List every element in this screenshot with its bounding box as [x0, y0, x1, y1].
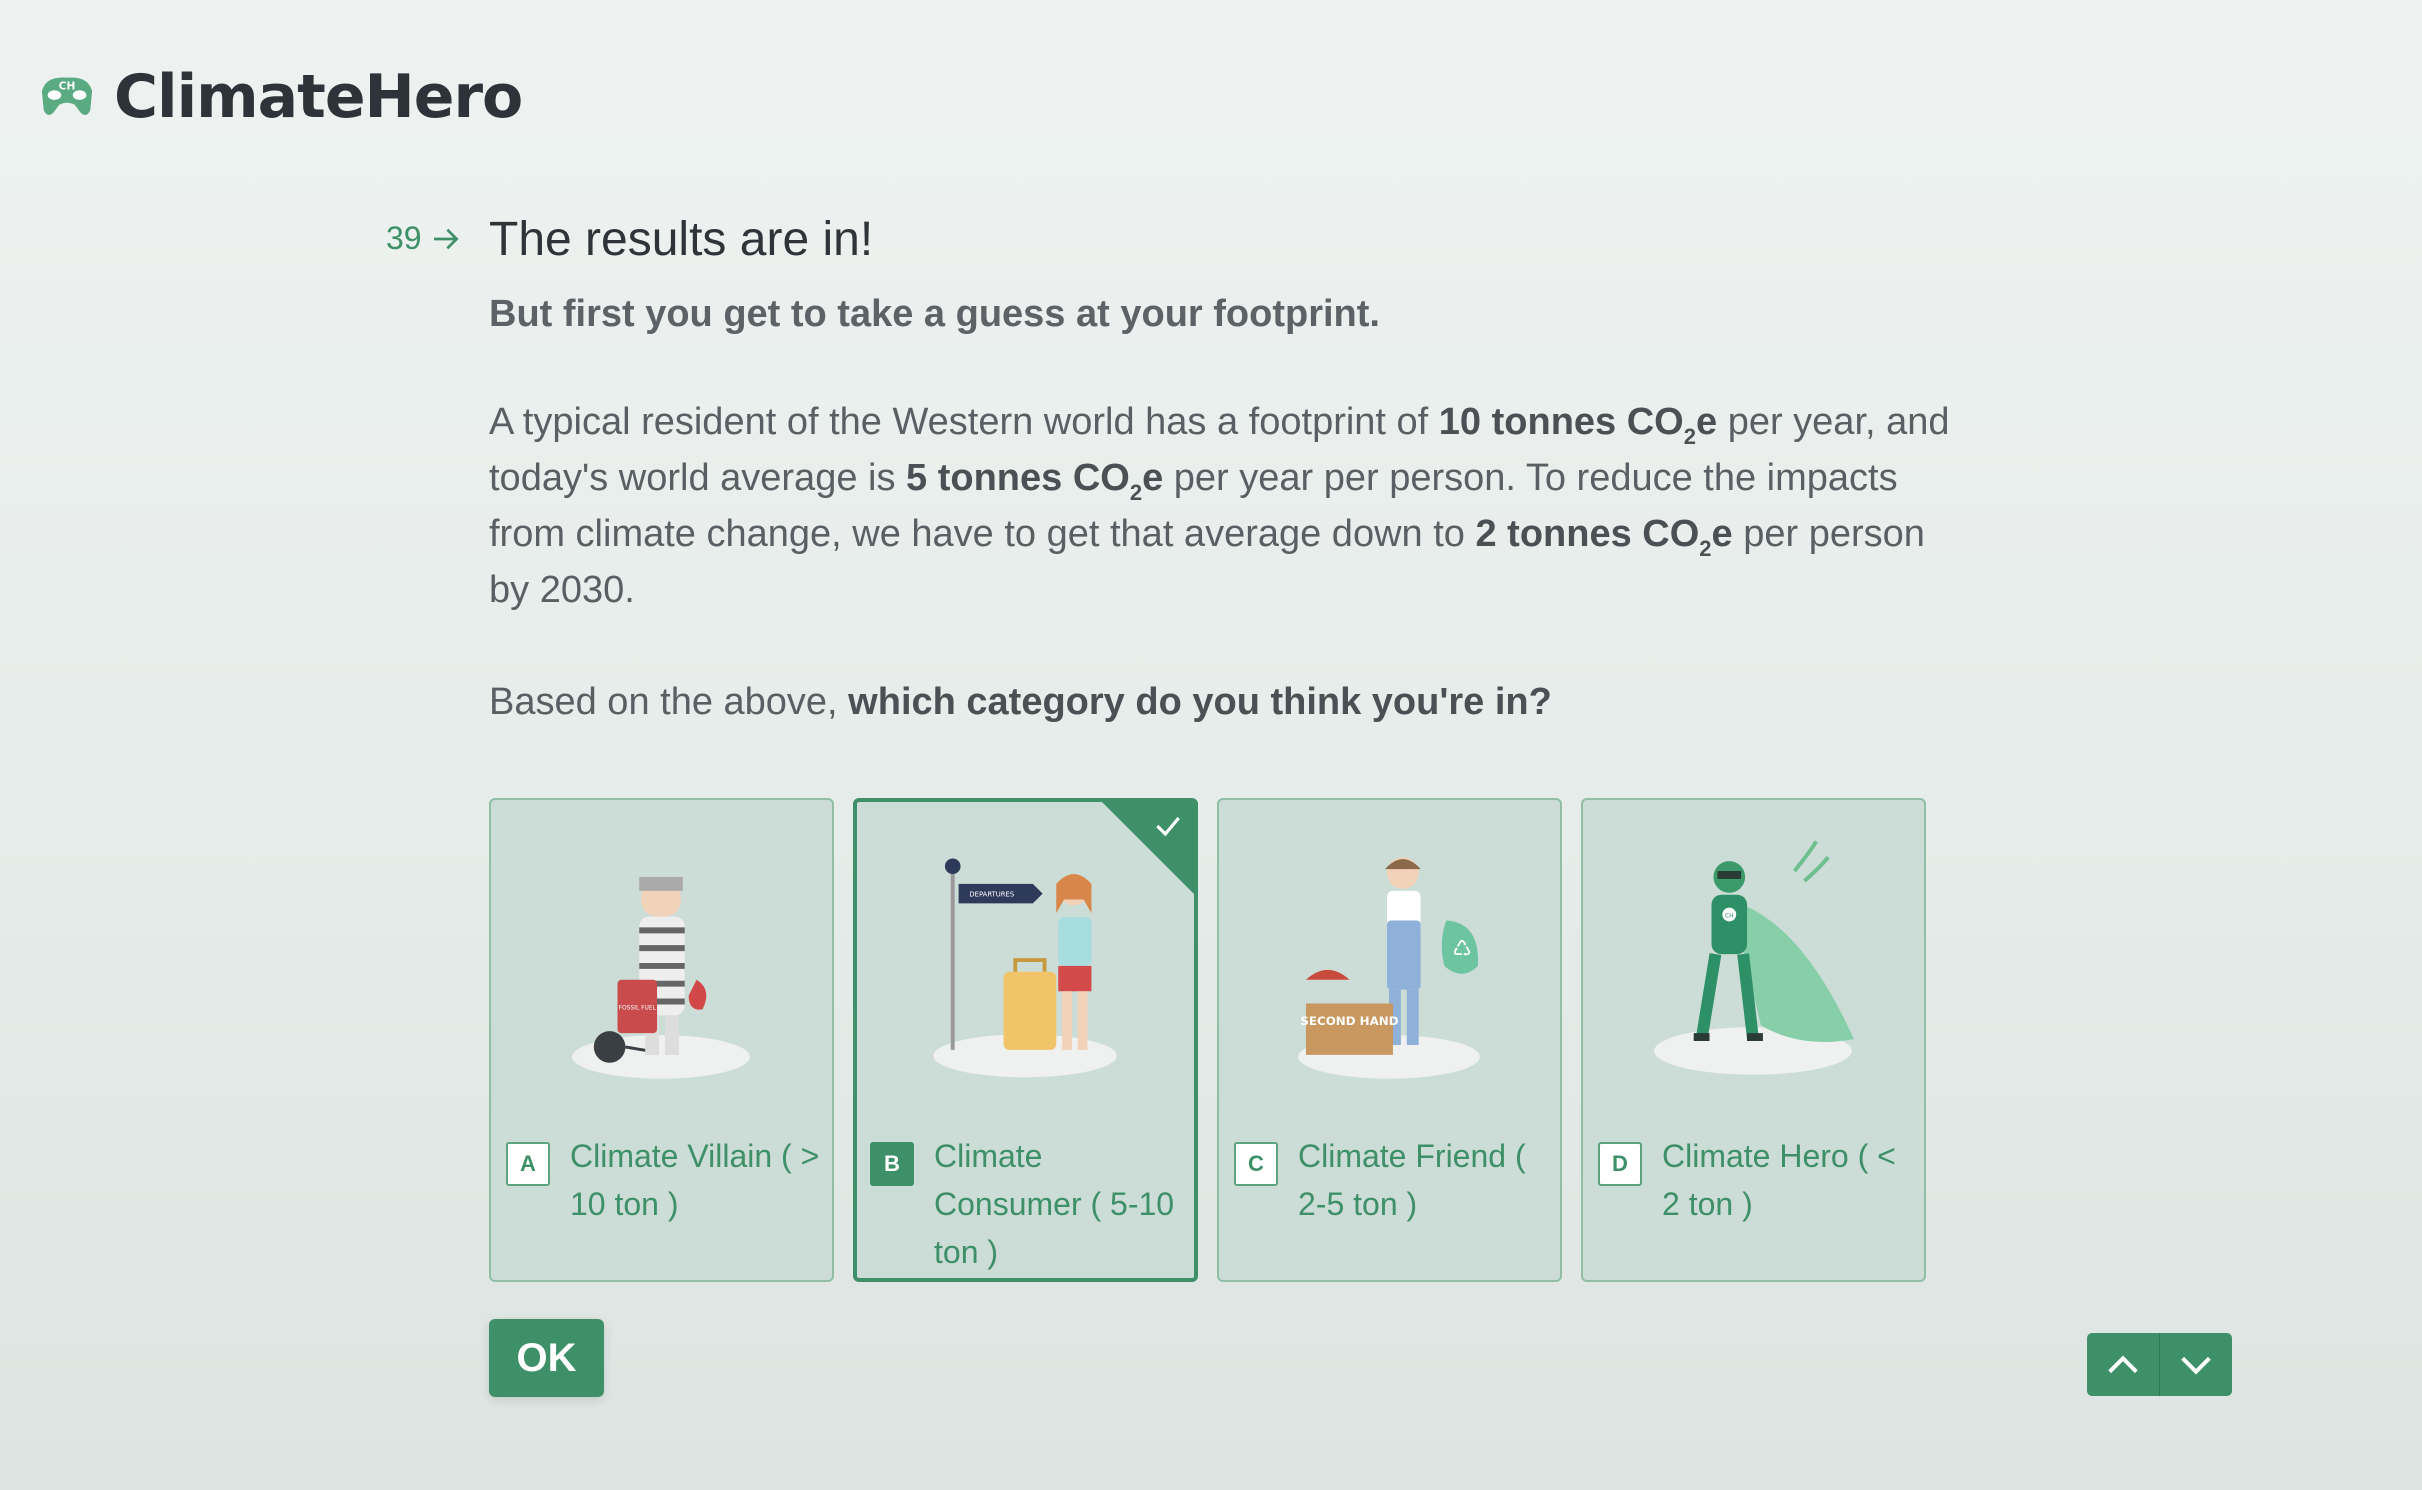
svg-text:CH: CH: [59, 79, 76, 92]
choice-key-c: C: [1234, 1142, 1278, 1186]
climate-friend-illustration: ♺ SECOND HAND: [1298, 857, 1480, 1079]
svg-text:FOSSIL FUEL: FOSSIL FUEL: [619, 1004, 657, 1011]
svg-text:DEPARTURES: DEPARTURES: [969, 891, 1014, 899]
choice-climate-hero[interactable]: CH D Climate Hero ( < 2 ton ): [1581, 798, 1926, 1282]
svg-text:SECOND HAND: SECOND HAND: [1300, 1014, 1398, 1028]
chevron-up-icon: [2108, 1355, 2138, 1373]
choice-key-d: D: [1598, 1142, 1642, 1186]
mask-logo-icon: CH: [41, 77, 93, 115]
question-subtitle: But first you get to take a guess at you…: [489, 293, 1380, 335]
question-title: The results are in!: [489, 213, 874, 266]
choice-climate-friend[interactable]: ♺ SECOND HAND C Climate Friend ( 2-5 ton…: [1217, 798, 1562, 1282]
target-footprint: 2 tonnes CO2e: [1475, 513, 1733, 561]
choice-label: Climate Consumer ( 5-10 ton ): [934, 1138, 1175, 1270]
choice-label: Climate Hero ( < 2 ton ): [1662, 1138, 1896, 1222]
arrow-right-icon: [433, 228, 459, 249]
question-prompt: Based on the above, which category do yo…: [489, 681, 1552, 723]
question-number: 39: [386, 220, 462, 257]
choice-climate-consumer[interactable]: DEPARTURES B Climate Consumer ( 5-10 ton…: [853, 798, 1198, 1282]
question-number-value: 39: [386, 220, 422, 256]
brand-logo[interactable]: CH ClimateHero: [38, 62, 523, 132]
svg-text:♺: ♺: [1452, 937, 1472, 962]
previous-question-button[interactable]: [2087, 1333, 2160, 1396]
svg-text:CH: CH: [1725, 912, 1734, 919]
climate-hero-illustration: CH: [1654, 840, 1854, 1075]
choice-label: Climate Villain ( > 10 ton ): [570, 1138, 820, 1222]
choice-label: Climate Friend ( 2-5 ton ): [1298, 1138, 1526, 1222]
choice-climate-villain[interactable]: FOSSIL FUEL A Climate Villain ( > 10 ton…: [489, 798, 834, 1282]
check-icon: [1156, 816, 1180, 837]
chevron-down-icon: [2181, 1356, 2211, 1374]
question-paragraph: A typical resident of the Western world …: [489, 401, 1950, 611]
choice-key-b: B: [870, 1142, 914, 1186]
next-question-button[interactable]: [2160, 1333, 2232, 1396]
question-navigation: [2087, 1333, 2232, 1396]
ok-button[interactable]: OK: [489, 1319, 604, 1397]
choice-key-a: A: [506, 1142, 550, 1186]
choice-list: FOSSIL FUEL A Climate Villain ( > 10 ton…: [489, 798, 1945, 1282]
brand-name: ClimateHero: [114, 62, 523, 132]
world-average: 5 tonnes CO2e: [906, 457, 1164, 505]
climate-villain-illustration: FOSSIL FUEL: [572, 876, 750, 1079]
western-footprint: 10 tonnes CO2e: [1438, 401, 1718, 449]
question-content: The results are in! But first you get to…: [489, 206, 1959, 730]
